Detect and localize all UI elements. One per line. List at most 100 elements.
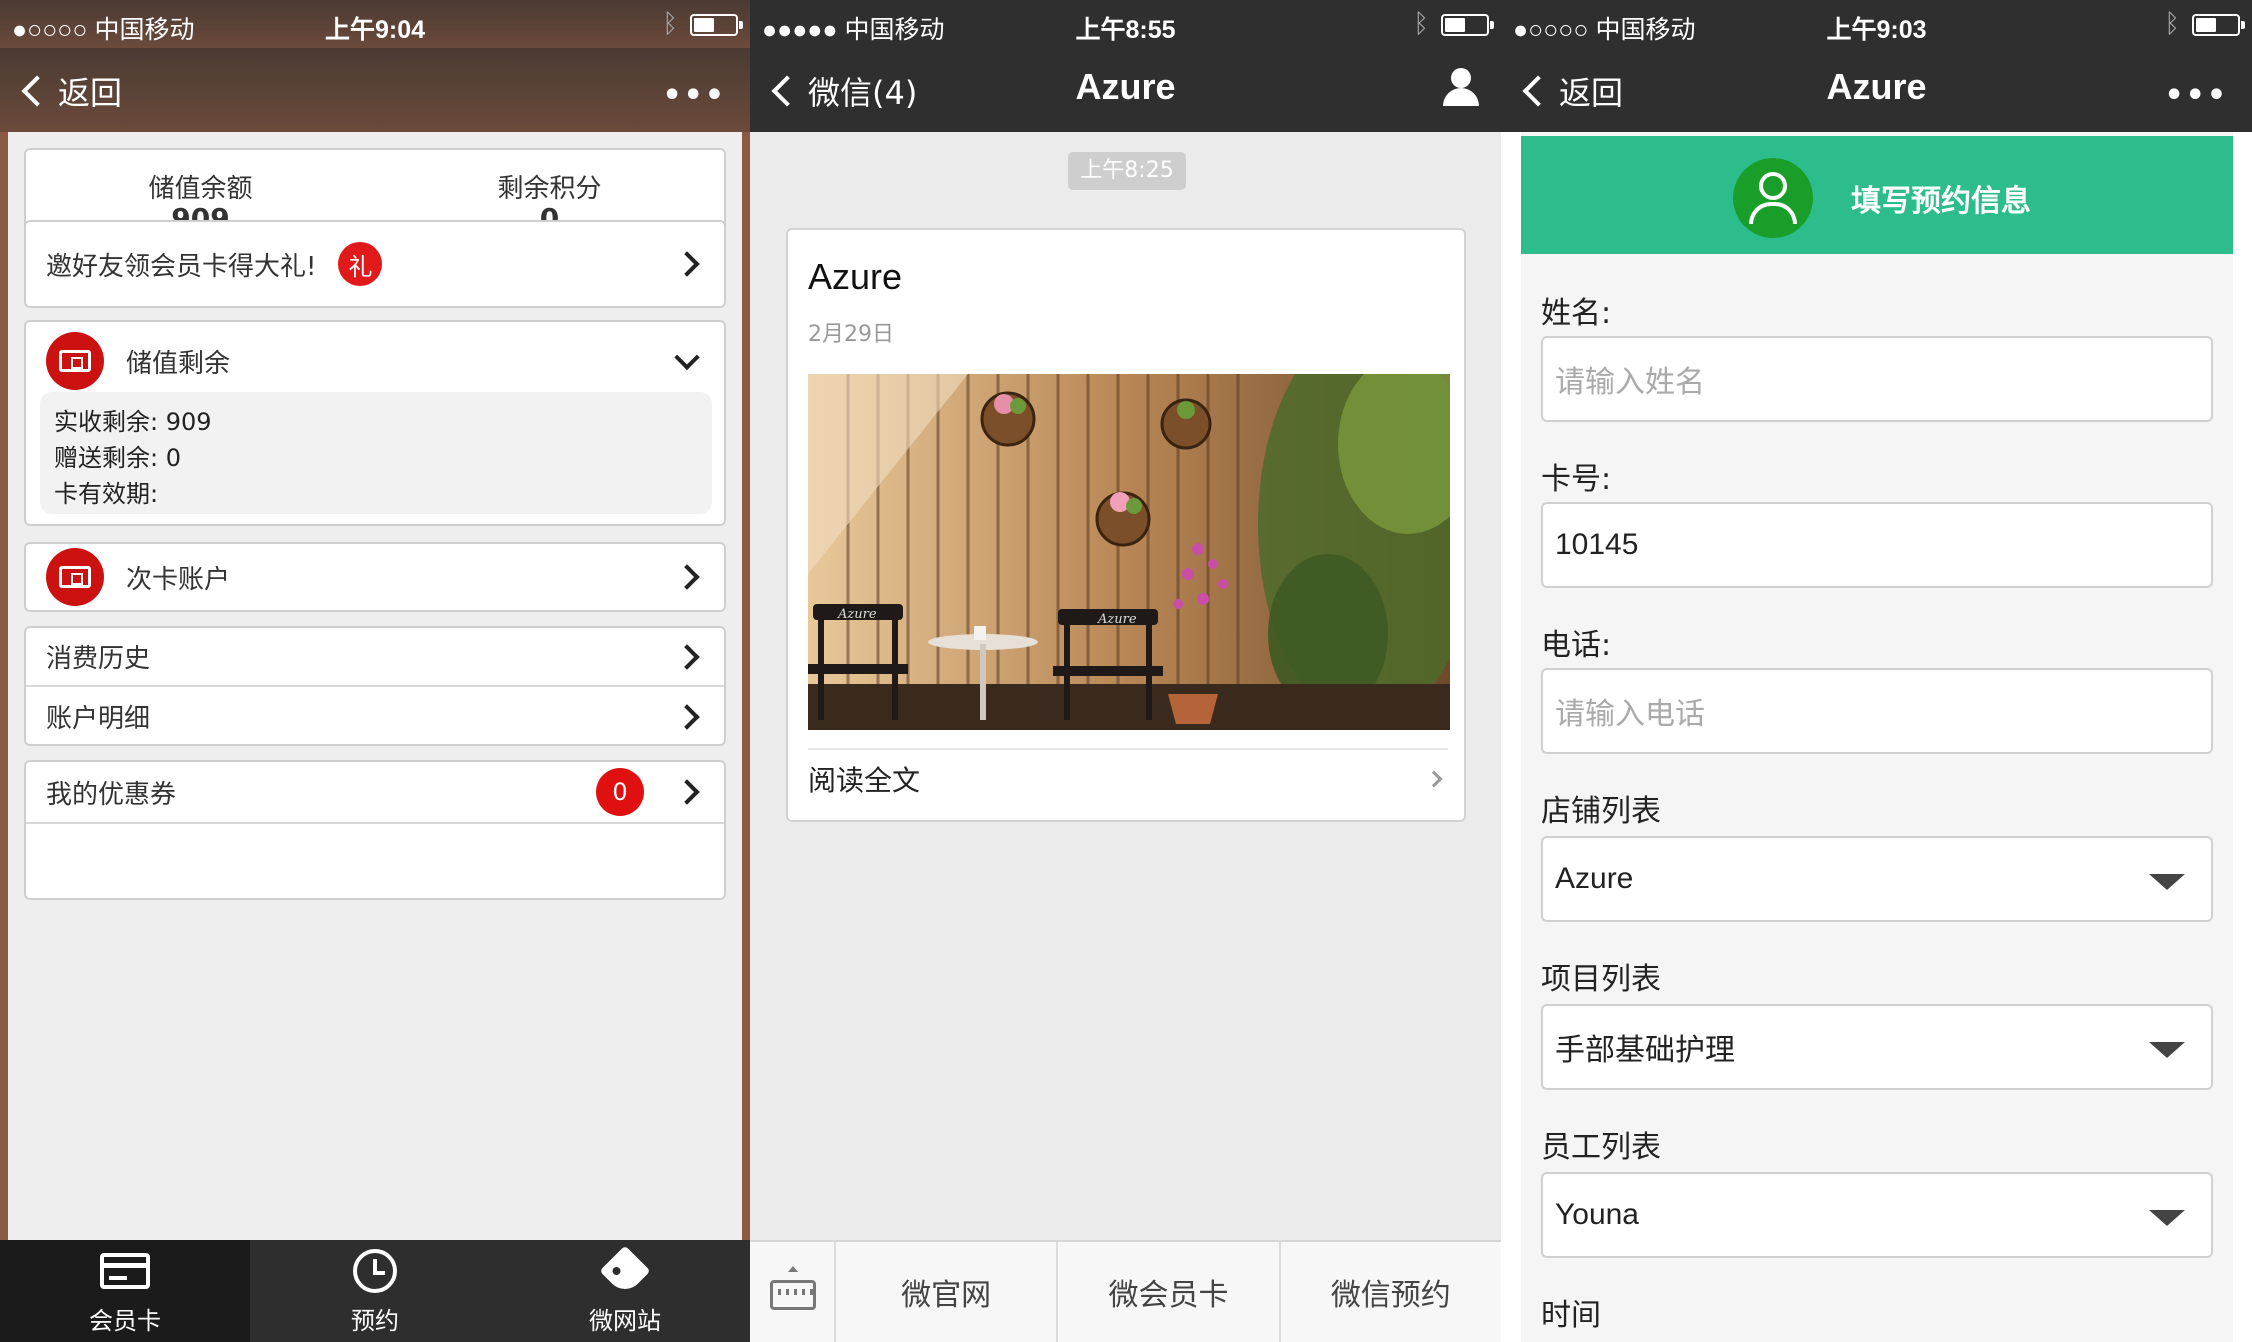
invite-text: 邀好友领会员卡得大礼!: [46, 251, 317, 282]
tab-micro-site[interactable]: 微网站: [500, 1240, 750, 1342]
status-time: 上午9:03: [1826, 16, 1927, 44]
status-bar: ●○○○○ 中国移动 上午9:04 ᛒ: [0, 0, 750, 48]
menu-micro-member-card[interactable]: 微会员卡: [1058, 1242, 1281, 1342]
store-list-label: 店铺列表: [1541, 794, 1661, 829]
chevron-left-icon: [21, 75, 53, 107]
keyboard-icon: [770, 1280, 816, 1310]
card-number-label: 卡号:: [1541, 462, 1612, 497]
account-detail-row[interactable]: 账户明细: [26, 687, 724, 746]
nav-bar: 微信(4) Azure: [750, 48, 1501, 132]
balance-label: 储值余额: [148, 174, 253, 204]
consume-history-row[interactable]: 消费历史: [26, 628, 724, 687]
invite-row[interactable]: 邀好友领会员卡得大礼! 礼: [26, 222, 724, 306]
chevron-right-icon: [674, 703, 700, 730]
form-banner-title: 填写预约信息: [1851, 184, 2031, 219]
card-expiry: 卡有效期:: [54, 480, 159, 508]
project-select[interactable]: 手部基础护理: [1541, 1004, 2213, 1090]
wechat-menu-bar: 微官网 微会员卡 微信预约: [750, 1240, 1501, 1342]
status-time: 上午8:55: [1075, 16, 1176, 44]
gift-badge-icon: 礼: [338, 242, 383, 286]
tab-booking[interactable]: 预约: [250, 1240, 500, 1342]
nav-bar: 返回 •••: [0, 48, 750, 132]
coupon-count-badge: 0: [596, 768, 644, 816]
chevron-right-icon: [674, 564, 700, 590]
phone-label: 电话:: [1541, 628, 1612, 663]
back-label: 返回: [58, 74, 123, 112]
phone-booking-form: ●○○○○ 中国移动 上午9:03 ᛒ 返回 Azure ••• 填写预约信息 …: [1501, 0, 2252, 1342]
more-icon[interactable]: •••: [662, 78, 726, 113]
tab-member-card-label: 会员卡: [89, 1307, 161, 1335]
read-more-label: 阅读全文: [808, 764, 921, 797]
status-time: 上午9:04: [324, 16, 426, 44]
bottom-tabbar: 会员卡 预约 微网站: [0, 1240, 750, 1342]
phone-member-card: ●○○○○ 中国移动 上午9:04 ᛒ 返回 ••• 储值余额 909 剩余积分…: [0, 0, 750, 1342]
bluetooth-icon: ᛒ: [2164, 8, 2180, 38]
tab-micro-site-label: 微网站: [589, 1307, 661, 1335]
wallet-icon: [46, 548, 104, 606]
member-content: 储值余额 909 剩余积分 0 邀好友领会员卡得大礼! 礼 储值剩余 实收剩余:…: [8, 132, 742, 1240]
count-card-account[interactable]: 次卡账户: [24, 542, 726, 612]
stored-balance-title: 储值剩余: [126, 348, 231, 379]
count-card-title: 次卡账户: [126, 564, 231, 595]
coupon-row[interactable]: 我的优惠券 0: [26, 762, 724, 824]
gift-remaining-value: 0: [165, 444, 182, 472]
dropdown-arrow-icon: [2149, 874, 2185, 890]
stored-balance-card: 储值剩余 实收剩余: 909 赠送剩余: 0 卡有效期:: [24, 320, 726, 526]
gift-remaining: 赠送剩余: 0: [54, 444, 182, 472]
consume-history-label: 消费历史: [46, 644, 151, 674]
article-title: Azure: [808, 256, 903, 297]
clock-icon: [353, 1249, 397, 1293]
dropdown-arrow-icon: [2149, 1042, 2185, 1058]
stored-balance-details: 实收剩余: 909 赠送剩余: 0 卡有效期:: [40, 392, 712, 514]
account-detail-label: 账户明细: [46, 704, 151, 734]
chevron-down-icon[interactable]: [674, 344, 700, 371]
form-banner: 填写预约信息: [1521, 136, 2233, 254]
store-select-value: Azure: [1555, 862, 1634, 895]
time-label: 时间: [1541, 1298, 1601, 1333]
wallet-icon: [46, 332, 104, 390]
back-button[interactable]: 返回: [18, 68, 122, 114]
stored-balance-header[interactable]: 储值剩余: [26, 326, 724, 396]
list-item[interactable]: [26, 824, 724, 896]
store-select[interactable]: Azure: [1541, 836, 2213, 922]
article-card[interactable]: Azure 2月29日 Azure Azure 阅读全文: [786, 228, 1466, 822]
coupon-label: 我的优惠券: [46, 779, 177, 810]
invite-card[interactable]: 邀好友领会员卡得大礼! 礼: [24, 220, 726, 308]
chevron-right-icon: [674, 779, 700, 805]
status-bar: ●●●●● 中国移动 上午8:55 ᛒ: [750, 0, 1501, 48]
history-card: 消费历史 账户明细: [24, 626, 726, 746]
staff-select[interactable]: Youna: [1541, 1172, 2213, 1258]
read-more-link[interactable]: 阅读全文: [808, 748, 1448, 808]
chevron-right-icon: [1425, 770, 1443, 788]
more-icon[interactable]: •••: [2164, 78, 2228, 113]
battery-icon: [1441, 14, 1494, 36]
battery-icon: [2192, 14, 2245, 36]
message-timestamp: 上午8:25: [1068, 152, 1186, 190]
page-title: Azure: [1075, 66, 1176, 107]
card-icon: [100, 1253, 150, 1289]
card-number-input[interactable]: 10145: [1541, 502, 2213, 588]
chair-sign-right: Azure: [1097, 612, 1137, 627]
article-date: 2月29日: [808, 322, 894, 347]
name-input[interactable]: 请输入姓名: [1541, 336, 2213, 422]
chevron-right-icon: [674, 643, 700, 670]
dropdown-arrow-icon: [2149, 1210, 2185, 1226]
menu-micro-site[interactable]: 微官网: [836, 1242, 1059, 1342]
points-label: 剩余积分: [497, 174, 602, 204]
staff-list-label: 员工列表: [1541, 1130, 1661, 1165]
project-list-label: 项目列表: [1541, 962, 1661, 997]
count-card-row[interactable]: 次卡账户: [26, 544, 724, 610]
actual-remaining-value: 909: [165, 408, 212, 436]
booking-form: 填写预约信息 姓名: 请输入姓名 卡号: 10145 电话: 请输入电话 店铺列…: [1521, 132, 2233, 1342]
name-label: 姓名:: [1541, 296, 1612, 331]
project-select-value: 手部基础护理: [1555, 1034, 1735, 1067]
staff-select-value: Youna: [1555, 1198, 1639, 1231]
tab-member-card[interactable]: 会员卡: [0, 1240, 250, 1342]
user-profile-icon[interactable]: [1441, 68, 1481, 108]
tab-booking-label: 预约: [351, 1307, 399, 1335]
page-title: Azure: [1826, 66, 1927, 107]
coupon-card: 我的优惠券 0: [24, 760, 726, 900]
keyboard-toggle[interactable]: [750, 1242, 836, 1342]
menu-wechat-booking[interactable]: 微信预约: [1281, 1242, 1501, 1342]
phone-input[interactable]: 请输入电话: [1541, 668, 2213, 754]
